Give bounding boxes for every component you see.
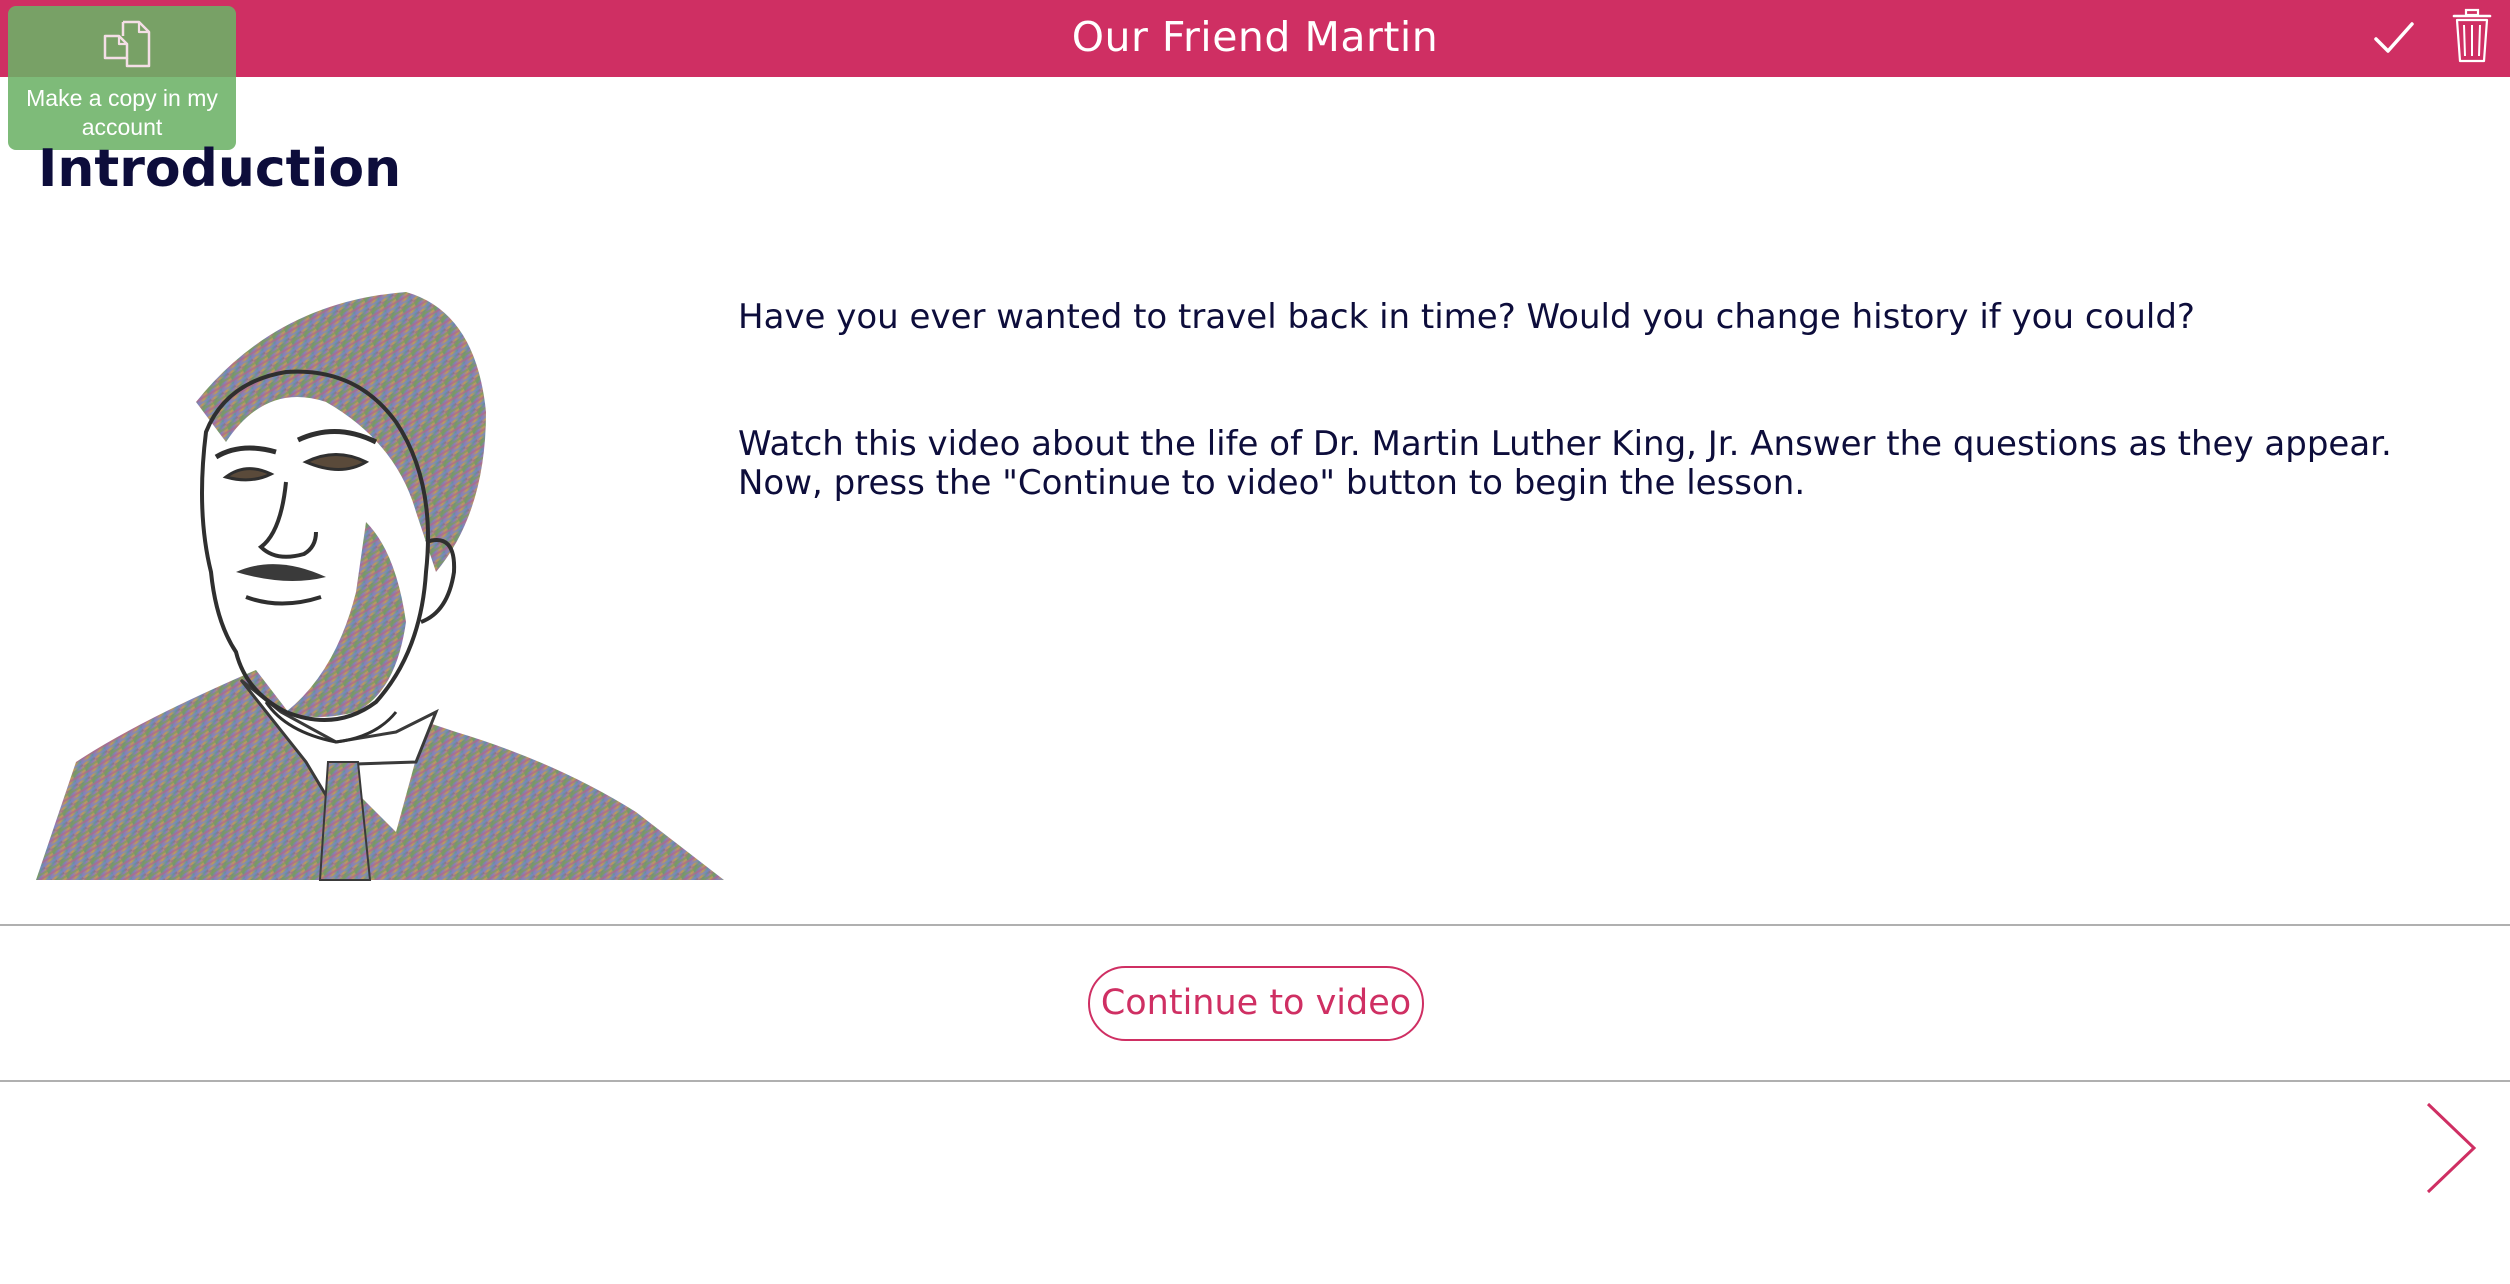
divider [0, 1080, 2510, 1082]
continue-to-video-button[interactable]: Continue to video [1088, 966, 1424, 1041]
section-title: Introduction [38, 139, 402, 199]
chevron-right-icon[interactable] [2424, 1100, 2480, 1196]
make-copy-button[interactable]: Make a copy in my account [8, 6, 236, 150]
copy-documents-icon [103, 20, 151, 68]
trash-icon[interactable] [2452, 8, 2492, 64]
checkmark-icon[interactable] [2370, 14, 2418, 62]
intro-paragraph: Have you ever wanted to travel back in t… [738, 297, 2195, 337]
top-bar: Our Friend Martin [0, 0, 2510, 77]
lesson-title: Our Friend Martin [1071, 13, 1439, 61]
divider [0, 924, 2510, 926]
intro-paragraph: Watch this video about the life of Dr. M… [738, 424, 2392, 503]
martin-luther-king-portrait [36, 292, 724, 881]
make-copy-label: Make a copy in my account [26, 85, 218, 140]
intro-text: Have you ever wanted to travel back in t… [738, 298, 2418, 503]
